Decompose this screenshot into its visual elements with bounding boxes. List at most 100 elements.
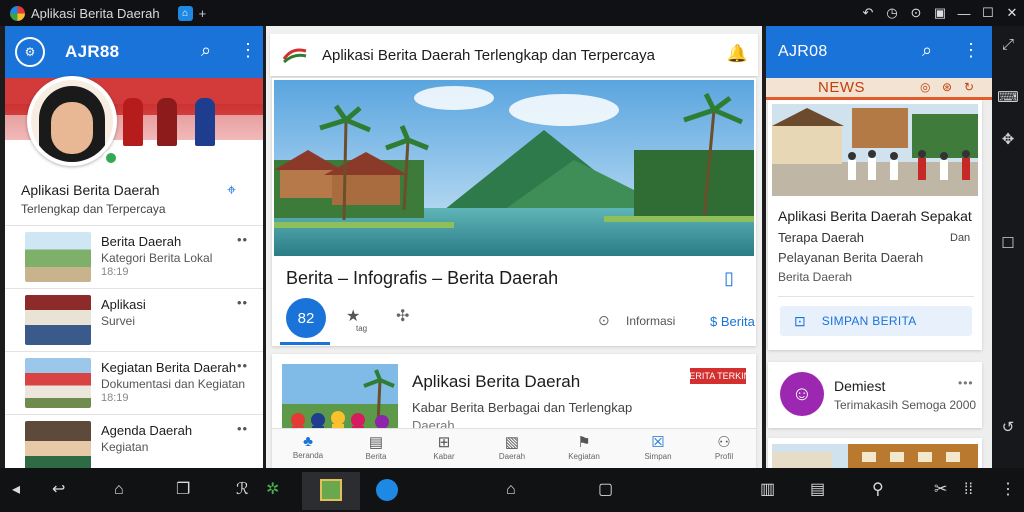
list-item-subtitle: Kegiatan (101, 440, 149, 454)
more-options-icon[interactable]: •• (237, 358, 248, 373)
list-item-title: Aplikasi (101, 297, 146, 312)
news-app-icon[interactable] (320, 479, 342, 501)
tab-profil[interactable]: ⚇ Profil (694, 429, 754, 468)
android-home-icon[interactable]: ⌂ (506, 480, 516, 500)
new-tab-icon[interactable]: + (199, 6, 207, 21)
featured-news-card[interactable]: Berita – Infografis – Berita Daerah ▯ 82… (272, 78, 756, 346)
screenshot-icon[interactable]: ▣ (928, 5, 952, 21)
right-card-line2: Pelayanan Berita Daerah (778, 250, 924, 265)
list-item-title: Kegiatan Berita Daerah (101, 360, 237, 375)
news-thumbnail (25, 358, 91, 408)
system-nav-bar: ◂ ↩ ⌂ ❐ ℛ ✲ ⌂ ▢ ▥ ▤ ⚲ ✂ ⁞⁞ ⋮ (0, 468, 1024, 512)
news-header-bar: Aplikasi Berita Daerah Terlengkap dan Te… (270, 34, 758, 76)
minimize-button[interactable]: — (952, 6, 976, 21)
left-app-bar: ⚙ AJR88 ⌕ ⋮ (5, 26, 263, 78)
fullscreen-icon[interactable]: ⤢ (992, 36, 1024, 53)
price-label[interactable]: $ Berita (710, 314, 755, 329)
home-icon[interactable]: ⌂ (114, 480, 124, 500)
right-app-bar: AJR08 ⌕ ⋮ (766, 26, 992, 78)
region-tab-icon: ▧ (504, 434, 520, 451)
recent-apps-icon[interactable]: ❐ (176, 480, 190, 500)
search-icon[interactable]: ⌕ (922, 40, 932, 61)
overflow-menu-icon[interactable]: ⋮ (962, 40, 980, 61)
screen-icon[interactable]: ☐ (992, 234, 1024, 252)
gesture-icon[interactable]: ℛ (236, 480, 249, 500)
share-icon[interactable]: ⌖ (227, 182, 236, 200)
news-thumbnail (25, 295, 91, 345)
list-item-subtitle: Dokumentasi dan Kegiatan (101, 377, 246, 391)
news-thumbnail (772, 444, 978, 468)
more-apps-icon[interactable]: ⁞⁞ (964, 480, 973, 500)
browser-app-icon[interactable] (376, 479, 398, 501)
list-item[interactable]: Berita Daerah Kategori Berita Lokal 18:1… (5, 225, 263, 287)
right-card-line1-right: Dan (950, 232, 971, 244)
brand-logo-icon (282, 48, 307, 64)
app-logo-icon: ⚙ (15, 37, 45, 67)
info-icon: ⊙ (598, 312, 610, 328)
tab-label: Berita (365, 452, 387, 461)
target-icon[interactable]: ◎ (920, 80, 930, 94)
tab-berita[interactable]: ▤ Berita (346, 429, 406, 468)
profile-subtitle: Terlengkap dan Terpercaya (21, 202, 166, 216)
undo-icon[interactable]: ↺ (992, 418, 1024, 436)
more-options-icon[interactable]: •• (237, 232, 248, 247)
app-tab-icon[interactable]: ⌂ (177, 5, 193, 21)
trash-icon[interactable]: ▥ (760, 480, 775, 500)
location-icon[interactable]: ⚲ (872, 480, 884, 500)
options-icon[interactable]: ⋮ (1000, 480, 1016, 500)
right-news-card[interactable]: Aplikasi Berita Daerah Sepakat Terapa Da… (768, 100, 982, 350)
game-icon[interactable]: ✲ (266, 480, 279, 500)
list-item[interactable]: Aplikasi Survei •• (5, 288, 263, 350)
account-icon[interactable]: ⊙ (904, 5, 928, 21)
contact-card[interactable]: ☺ Demiest Terimakasih Semoga 2000 ••• (768, 362, 982, 428)
score-underline (280, 342, 330, 345)
tab-simpan[interactable]: ☒ Simpan (628, 429, 688, 468)
window-icon[interactable]: ▤ (810, 480, 825, 500)
overflow-menu-icon[interactable]: ⋮ (239, 40, 257, 61)
android-overview-icon[interactable]: ▢ (598, 480, 613, 500)
refresh-icon[interactable]: ↻ (964, 80, 974, 94)
news-card-partial[interactable] (768, 438, 982, 468)
notification-bell-icon[interactable]: 🔔 (727, 44, 748, 64)
tab-kabar[interactable]: ⊞ Kabar (414, 429, 474, 468)
window-title: Aplikasi Berita Daerah (31, 5, 160, 21)
save-news-button[interactable]: ⊡ SIMPAN BERITA (780, 306, 972, 336)
left-app-name: AJR88 (65, 42, 120, 61)
return-icon[interactable]: ↩ (52, 480, 65, 500)
tab-label: Kabar (433, 452, 455, 461)
more-options-icon[interactable]: •• (237, 421, 248, 436)
pin-label: tag (356, 324, 368, 333)
list-item[interactable]: Kegiatan Berita Daerah Dokumentasi dan K… (5, 351, 263, 413)
back-arrow-icon[interactable]: ↶ (856, 5, 880, 21)
score-badge: 82 (286, 298, 326, 338)
more-options-icon[interactable]: •• (237, 295, 248, 310)
tab-daerah[interactable]: ▧ Daerah (482, 429, 542, 468)
save-icon: ⊡ (794, 312, 806, 329)
pin-icon[interactable]: ★ (346, 306, 360, 326)
online-status-dot (103, 150, 119, 166)
share-icon[interactable]: ✣ (396, 306, 409, 326)
divider (778, 296, 974, 297)
more-options-icon[interactable]: ••• (958, 376, 974, 390)
contact-subtitle: Terimakasih Semoga 2000 (834, 398, 977, 412)
back-icon[interactable]: ◂ (12, 480, 20, 500)
help-icon[interactable]: ◷ (880, 5, 904, 21)
keyboard-icon[interactable]: ⌨ (992, 88, 1024, 106)
settings-icon[interactable]: ⊛ (942, 80, 952, 94)
close-button[interactable]: ✕ (1000, 5, 1024, 21)
search-icon[interactable]: ⌕ (201, 40, 211, 61)
tab-label: Profil (714, 452, 734, 461)
tab-kegiatan[interactable]: ⚑ Kegiatan (554, 429, 614, 468)
list-item[interactable]: Agenda Daerah Kegiatan •• (5, 414, 263, 468)
list-item-title: Agenda Daerah (101, 423, 193, 438)
figure-image (157, 98, 177, 146)
left-app-pane: ⚙ AJR88 ⌕ ⋮ Aplikasi Berita Daerah Terle… (5, 26, 263, 468)
contact-name: Demiest (834, 378, 886, 394)
news-banner-title: NEWS (818, 79, 865, 96)
tab-beranda[interactable]: ♣ Beranda (278, 429, 338, 468)
tools-icon[interactable]: ✂ (934, 480, 947, 500)
featured-news-title: Berita – Infografis – Berita Daerah (286, 268, 559, 288)
maximize-button[interactable]: ☐ (976, 5, 1000, 21)
controller-icon[interactable]: ✥ (992, 130, 1024, 148)
bookmark-icon[interactable]: ▯ (724, 268, 734, 289)
